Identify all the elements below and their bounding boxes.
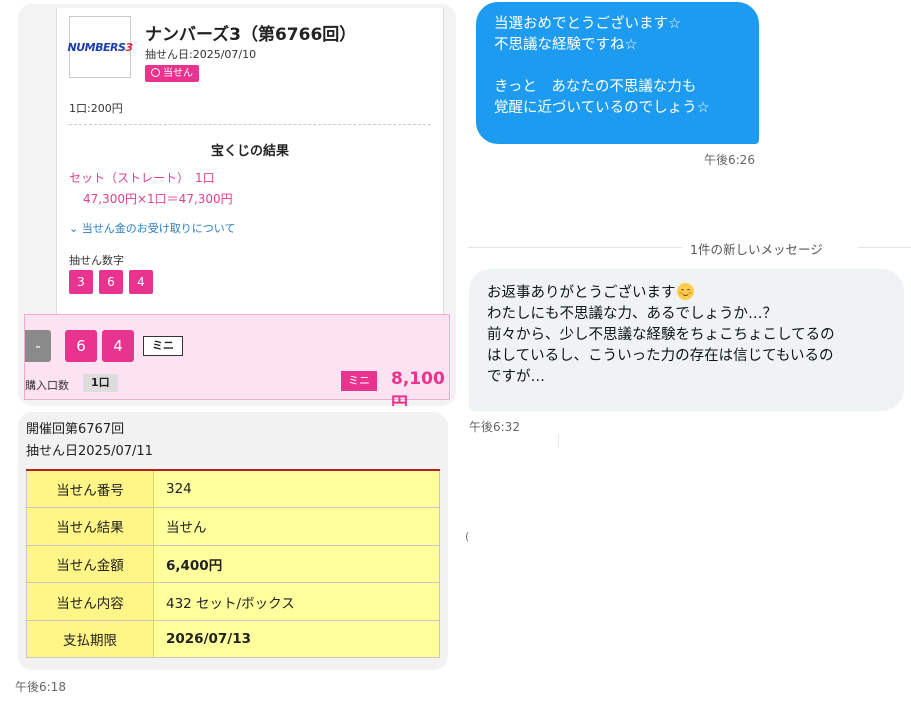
set-line: セット（ストレート） 1口 <box>69 171 215 185</box>
row-value: 6,400円 <box>153 544 440 584</box>
misc-mark: ( <box>465 530 470 543</box>
row-value: 当せん <box>153 507 440 546</box>
message-line: 当選おめでとうございます☆ <box>494 16 681 32</box>
received-message-bubble[interactable]: お返事ありがとうございます わたしにも不思議な力、あるでしょうか…？ 前々から、… <box>469 269 904 411</box>
row-value: 324 <box>153 469 440 509</box>
table-row: 当せん結果 当せん <box>26 507 440 546</box>
new-message-separator: 1件の新しいメッセージ <box>690 242 823 257</box>
divider <box>69 124 431 125</box>
ticket-draw-date: 抽せん日:2025/07/10 <box>145 48 257 61</box>
ticket-price: 1口:200円 <box>69 102 123 115</box>
purchase-summary: - 6 4 ミニ 購入口数 1口 ミニ 8,100円 <box>24 314 450 406</box>
logo-number: 3 <box>125 40 133 54</box>
prize-info-link-label: 当せん金のお受け取りについて <box>81 222 236 235</box>
result-draw-date: 抽せん日2025/07/11 <box>26 444 153 459</box>
message-line: 覚醒に近づいているのでしょう☆ <box>494 100 710 116</box>
win-badge: 当せん <box>145 65 199 82</box>
message-line: お返事ありがとうございます <box>487 283 886 304</box>
message-time: 午後6:26 <box>704 153 755 167</box>
table-row: 当せん番号 324 <box>26 469 440 509</box>
message-line: 不思議な経験ですね☆ <box>494 37 638 53</box>
prize-info-link[interactable]: ⌄ 当せん金のお受け取りについて <box>69 220 235 236</box>
draw-digit: 3 <box>69 270 93 294</box>
round-number: 開催回第6767回 <box>26 422 125 437</box>
row-label: 当せん金額 <box>26 544 154 584</box>
draw-numbers: 3 6 4 <box>69 270 153 294</box>
draw-digit: 4 <box>129 270 153 294</box>
numbers3-logo: NUMBERS3 <box>67 16 133 78</box>
mini-tag: ミニ <box>143 336 183 356</box>
smiling-face-icon <box>676 283 694 300</box>
target-icon <box>151 68 160 77</box>
divider <box>558 434 559 448</box>
qty-value: 1口 <box>83 374 118 392</box>
message-line: わたしにも不思議な力、あるでしょうか…？ <box>487 306 777 322</box>
row-label: 当せん結果 <box>26 507 154 546</box>
purchase-dash: - <box>25 330 51 362</box>
row-label: 当せん内容 <box>26 582 154 621</box>
sent-message-bubble[interactable]: 当選おめでとうございます☆ 不思議な経験ですね☆ きっと あなたの不思議な力も … <box>476 2 759 144</box>
message-line: 前々から、少し不思議な経験をちょこちょこしてるの <box>487 327 835 343</box>
win-badge-label: 当せん <box>163 68 193 79</box>
mini-tag-2: ミニ <box>341 371 377 391</box>
calc-line: 47,300円×1口＝47,300円 <box>83 192 233 206</box>
row-label: 支払期限 <box>26 619 154 659</box>
message-line: きっと あなたの不思議な力も <box>494 79 697 95</box>
row-value: 432 セット/ボックス <box>153 582 440 621</box>
result-table: 当せん番号 324 当せん結果 当せん 当せん金額 6,400円 当せん内容 4… <box>26 469 440 659</box>
separator-line <box>858 247 911 248</box>
row-label: 当せん番号 <box>26 469 154 509</box>
table-row: 当せん内容 432 セット/ボックス <box>26 582 440 621</box>
purchase-amount: 8,100円 <box>391 369 445 406</box>
table-row: 当せん金額 6,400円 <box>26 544 440 584</box>
message-line: ですが… <box>487 369 545 385</box>
ticket-card: NUMBERS3 ナンバーズ3（第6766回） 抽せん日:2025/07/10 … <box>56 8 444 326</box>
message-time: 午後6:18 <box>15 680 66 694</box>
message-text: お返事ありがとうございます <box>487 285 676 301</box>
ticket-image[interactable]: NUMBERS3 ナンバーズ3（第6766回） 抽せん日:2025/07/10 … <box>18 4 456 406</box>
message-time: 午後6:32 <box>469 420 520 434</box>
ticket-title: ナンバーズ3（第6766回） <box>145 25 357 45</box>
draw-digit: 6 <box>99 270 123 294</box>
purchase-digit: 6 <box>65 330 97 362</box>
draw-numbers-label: 抽せん数字 <box>69 254 124 267</box>
message-line: はしているし、こういった力の存在は信じてもいるの <box>487 348 834 364</box>
purchase-digit: 4 <box>102 330 134 362</box>
result-image[interactable]: 開催回第6767回 抽せん日2025/07/11 当せん番号 324 当せん結果… <box>18 412 448 670</box>
row-value: 2026/07/13 <box>153 619 440 659</box>
result-heading: 宝くじの結果 <box>210 144 289 159</box>
chevron-down-icon: ⌄ <box>69 222 82 235</box>
logo-text: NUMBERS <box>67 40 126 54</box>
qty-label: 購入口数 <box>25 379 69 392</box>
table-row: 支払期限 2026/07/13 <box>26 619 440 659</box>
separator-line <box>468 247 682 248</box>
